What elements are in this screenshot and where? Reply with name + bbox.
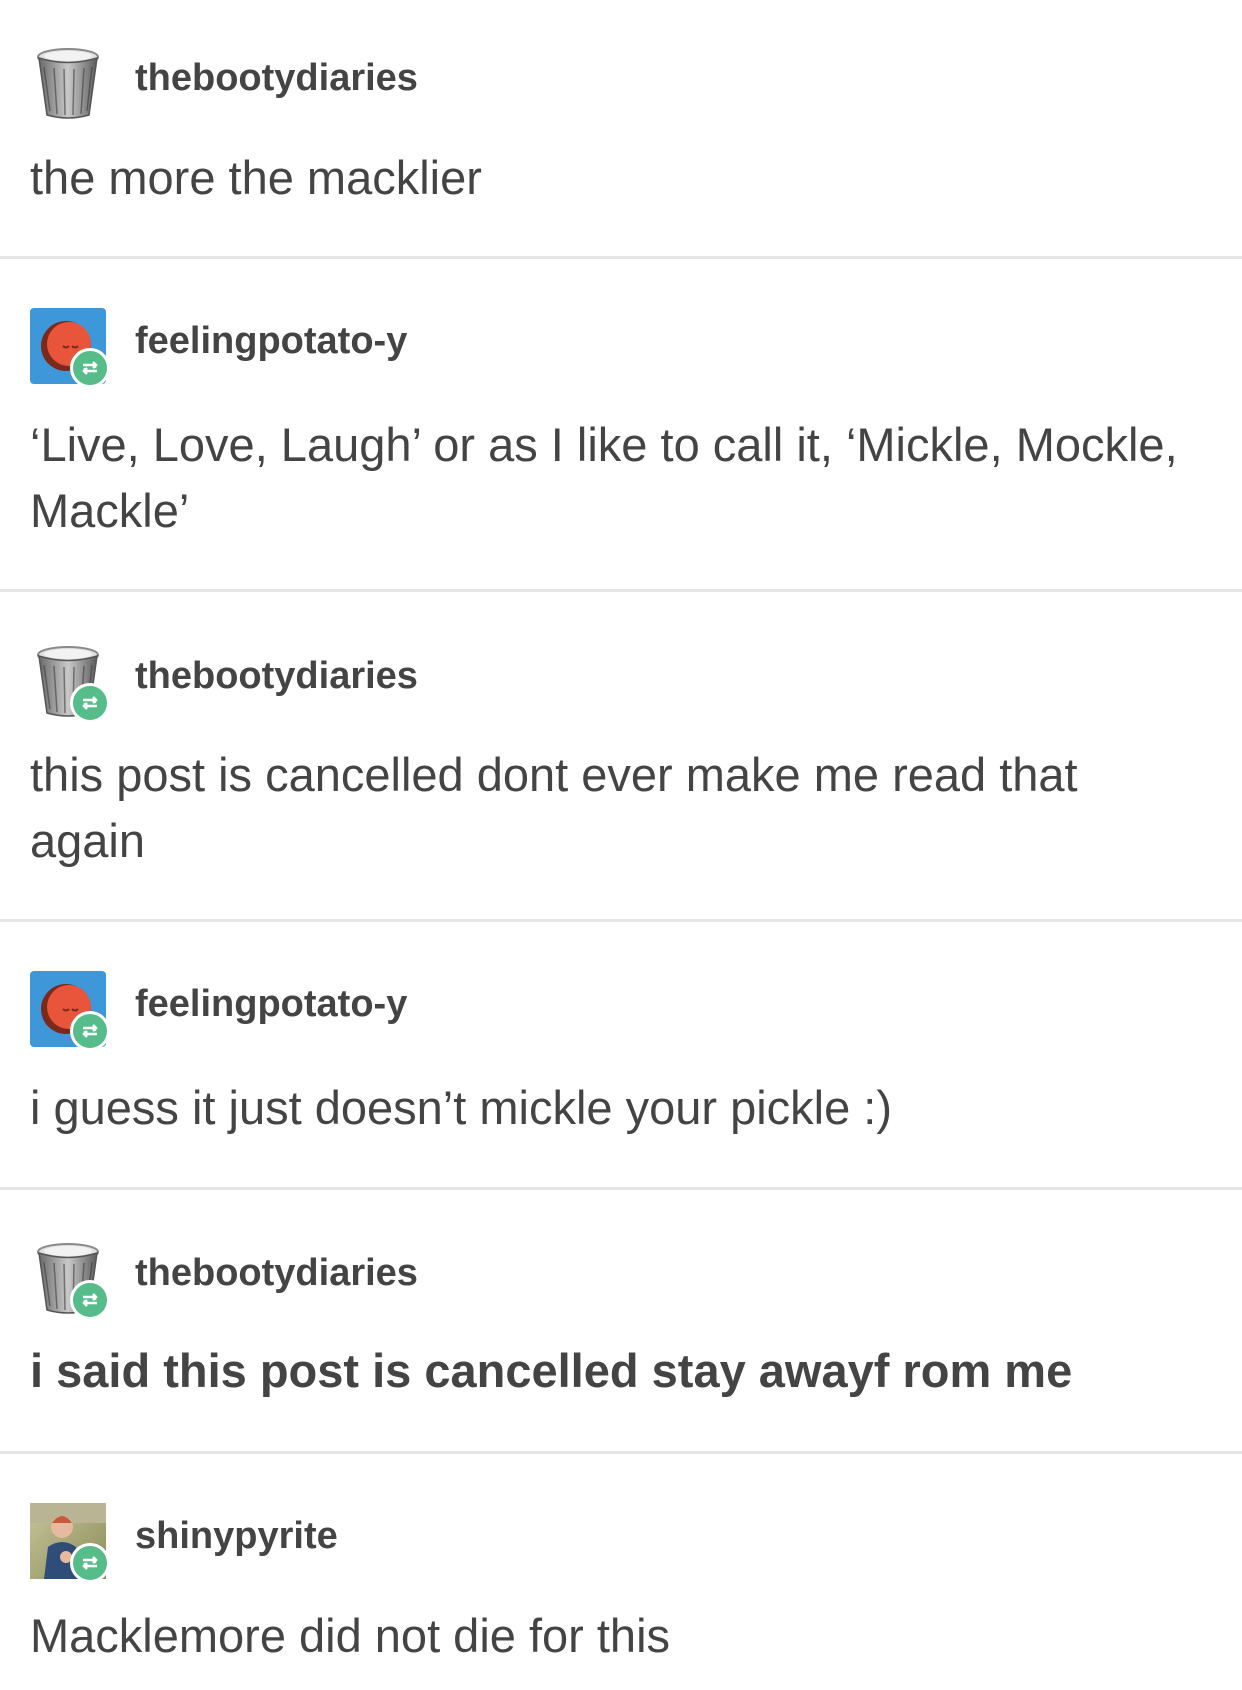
post-body: the more the macklier — [30, 151, 482, 204]
divider — [0, 256, 1242, 259]
reblog-icon — [82, 361, 98, 375]
post-body: this post is cancelled dont ever make me… — [30, 748, 1078, 867]
post-header: feelingpotato-y — [30, 971, 1210, 1051]
divider — [0, 919, 1242, 922]
post-body: i said this post is cancelled stay awayf… — [30, 1344, 1073, 1397]
reblog-badge — [70, 348, 110, 388]
post-body: i guess it just doesn’t mickle your pick… — [30, 1081, 892, 1134]
reblog-icon — [82, 696, 98, 710]
avatar[interactable] — [30, 308, 110, 388]
reblog-badge — [70, 1280, 110, 1320]
reblog-badge — [70, 683, 110, 723]
reblog-badge — [70, 1011, 110, 1051]
avatar[interactable] — [30, 971, 110, 1051]
post-header: shinypyrite — [30, 1503, 1210, 1583]
username[interactable]: feelingpotato-y — [135, 320, 407, 363]
post-header: thebootydiaries — [30, 1240, 1210, 1320]
reblog-icon — [82, 1293, 98, 1307]
post-body: ‘Live, Love, Laugh’ or as I like to call… — [30, 418, 1178, 537]
username[interactable]: thebootydiaries — [135, 1252, 418, 1295]
reblog-badge — [70, 1543, 110, 1583]
divider — [0, 1187, 1242, 1190]
avatar[interactable] — [30, 1240, 110, 1320]
trash-can-icon — [37, 48, 99, 119]
username[interactable]: thebootydiaries — [135, 655, 418, 698]
username[interactable]: feelingpotato-y — [135, 983, 407, 1026]
post-header: feelingpotato-y — [30, 308, 1210, 388]
avatar[interactable] — [30, 45, 106, 121]
post-body: Macklemore did not die for this — [30, 1609, 671, 1662]
reblog-icon — [82, 1024, 98, 1038]
avatar[interactable] — [30, 643, 110, 723]
divider — [0, 1451, 1242, 1454]
username[interactable]: thebootydiaries — [135, 57, 418, 100]
post-header: thebootydiaries — [30, 45, 1210, 123]
username[interactable]: shinypyrite — [135, 1515, 338, 1558]
divider — [0, 589, 1242, 592]
post-header: thebootydiaries — [30, 643, 1210, 723]
avatar[interactable] — [30, 1503, 110, 1583]
reblog-icon — [82, 1556, 98, 1570]
reblog-thread: thebootydiaries the more the macklier fe… — [0, 0, 1242, 1690]
